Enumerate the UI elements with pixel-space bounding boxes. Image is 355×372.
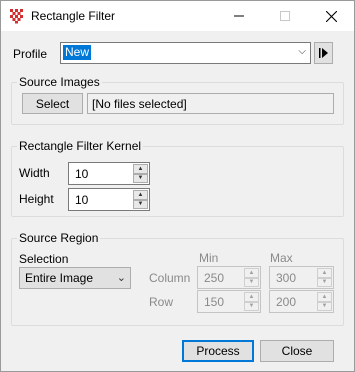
- decrement-icon: ▼: [244, 301, 259, 311]
- width-value: 10: [75, 167, 89, 181]
- maximize-button[interactable]: [262, 1, 308, 31]
- decrement-icon[interactable]: ▼: [133, 173, 148, 183]
- height-value: 10: [75, 193, 89, 207]
- width-label: Width: [19, 166, 50, 180]
- increment-icon[interactable]: ▲: [133, 190, 148, 200]
- height-stepper[interactable]: 10 ▲ ▼: [68, 188, 150, 211]
- chevron-down-icon: ⌵: [298, 46, 306, 57]
- column-min-value: 250: [204, 271, 225, 285]
- row-max-value: 200: [276, 295, 297, 309]
- profile-label: Profile: [13, 47, 48, 61]
- play-end-icon: [319, 48, 328, 58]
- height-label: Height: [19, 192, 54, 206]
- close-button[interactable]: Close: [260, 340, 334, 362]
- selection-value: Entire Image: [25, 271, 94, 285]
- row-max-stepper[interactable]: 200 ▲ ▼: [269, 290, 334, 313]
- row-min-value: 150: [204, 295, 225, 309]
- window-title: Rectangle Filter: [31, 9, 116, 23]
- kernel-title: Rectangle Filter Kernel: [17, 139, 144, 153]
- decrement-icon: ▼: [317, 301, 332, 311]
- row-min-stepper[interactable]: 150 ▲ ▼: [197, 290, 261, 313]
- grid-app-icon: [10, 9, 23, 24]
- increment-icon: ▲: [244, 268, 259, 278]
- kernel-group: [11, 146, 344, 217]
- profile-go-button[interactable]: [314, 42, 333, 64]
- selected-files-field: [No files selected]: [87, 93, 334, 114]
- source-region-title: Source Region: [17, 231, 101, 245]
- column-max-stepper[interactable]: 300 ▲ ▼: [269, 266, 334, 289]
- maximize-icon: [280, 11, 290, 21]
- profile-value: New: [63, 45, 92, 60]
- column-min-stepper[interactable]: 250 ▲ ▼: [197, 266, 261, 289]
- selection-dropdown[interactable]: Entire Image ⌄: [19, 267, 131, 289]
- decrement-icon: ▼: [317, 277, 332, 287]
- minimize-icon: [234, 15, 244, 17]
- select-files-button[interactable]: Select: [22, 93, 83, 114]
- process-button[interactable]: Process: [182, 340, 254, 362]
- width-stepper[interactable]: 10 ▲ ▼: [68, 162, 150, 185]
- row-label: Row: [149, 295, 174, 309]
- close-window-button[interactable]: [308, 1, 354, 31]
- source-images-title: Source Images: [17, 75, 102, 89]
- column-label: Column: [149, 271, 191, 285]
- close-icon: [325, 10, 337, 22]
- chevron-down-icon: ⌄: [116, 272, 126, 284]
- title-bar: Rectangle Filter: [1, 1, 354, 31]
- column-max-value: 300: [276, 271, 297, 285]
- max-column-header: Max: [270, 251, 293, 265]
- increment-icon: ▲: [244, 292, 259, 302]
- min-column-header: Min: [199, 251, 219, 265]
- increment-icon[interactable]: ▲: [133, 164, 148, 174]
- selection-label: Selection: [19, 252, 69, 266]
- increment-icon: ▲: [317, 268, 332, 278]
- rectangle-filter-dialog: Rectangle Filter Profile New ⌵ Source Im…: [0, 0, 355, 372]
- decrement-icon: ▼: [244, 277, 259, 287]
- minimize-button[interactable]: [216, 1, 262, 31]
- profile-combo[interactable]: New ⌵: [60, 42, 311, 64]
- increment-icon: ▲: [317, 292, 332, 302]
- decrement-icon[interactable]: ▼: [133, 199, 148, 209]
